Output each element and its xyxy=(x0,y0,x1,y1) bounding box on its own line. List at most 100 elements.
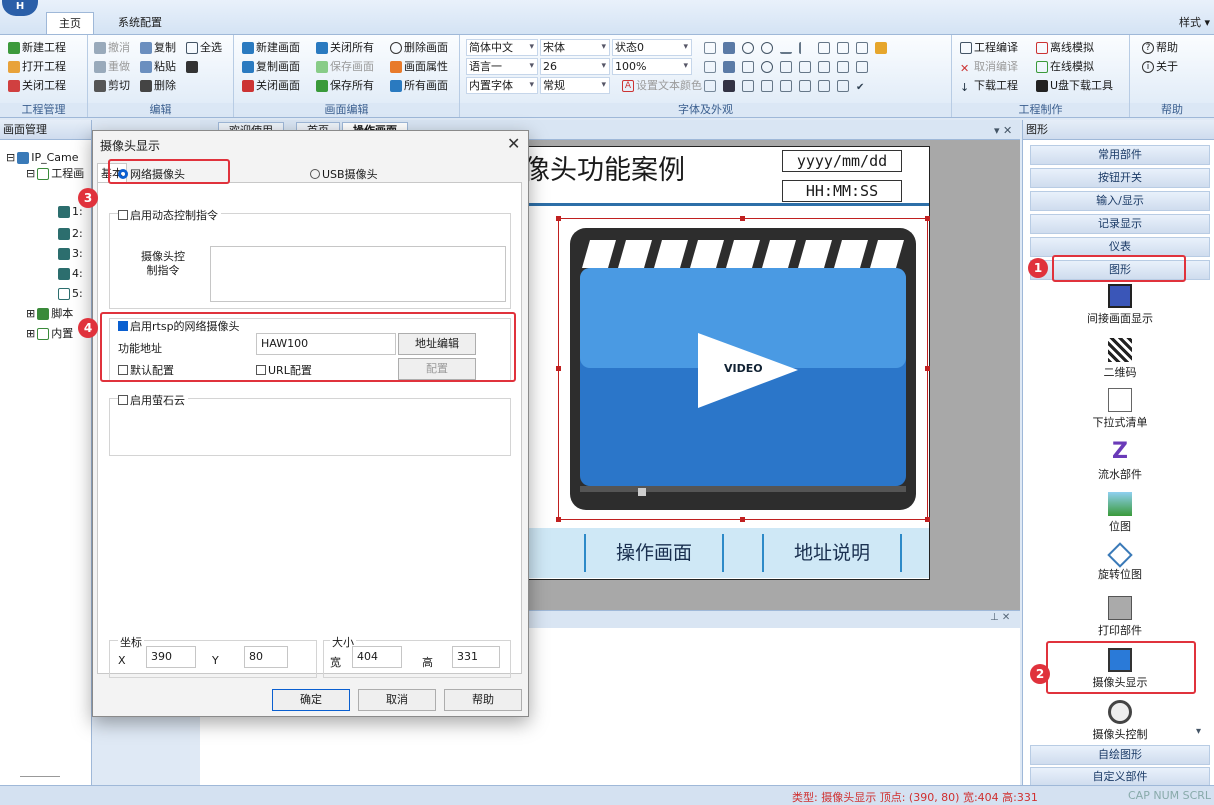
time-display[interactable]: HH:MM:SS xyxy=(782,180,902,202)
right-icon[interactable] xyxy=(818,80,830,92)
tab-system-config[interactable]: 系统配置 xyxy=(100,12,180,34)
copy-screen-button[interactable]: 复制画面 xyxy=(242,59,300,75)
group-icon[interactable] xyxy=(723,42,735,54)
resize-handle[interactable] xyxy=(556,366,561,371)
builtin-font-select[interactable]: 内置字体 xyxy=(466,77,538,94)
category-common[interactable]: 常用部件 xyxy=(1030,145,1210,165)
compile-button[interactable]: 工程编译 xyxy=(960,40,1018,56)
tree-scripts[interactable]: ⊞ 脚本 xyxy=(26,306,73,322)
middle-icon[interactable] xyxy=(780,80,792,92)
usb-download-button[interactable]: U盘下载工具 xyxy=(1036,78,1113,94)
new-project-button[interactable]: 新建工程 xyxy=(8,40,66,56)
grid-icon[interactable] xyxy=(837,80,849,92)
resize-handle[interactable] xyxy=(925,517,930,522)
same-width-icon[interactable] xyxy=(837,42,849,54)
tree-screen-5[interactable]: 5: xyxy=(58,286,83,302)
align-right-icon[interactable] xyxy=(837,61,849,73)
close-icon[interactable]: ✕ xyxy=(507,134,520,153)
cancel-compile-button[interactable]: ✕ 取消编译 xyxy=(960,59,1018,75)
about-button[interactable]: i 关于 xyxy=(1142,59,1178,75)
operation-screen-button[interactable]: 操作画面 xyxy=(584,534,724,572)
new-screen-button[interactable]: 新建画面 xyxy=(242,40,300,56)
category-io[interactable]: 输入/显示 xyxy=(1030,191,1210,211)
font-select[interactable]: 宋体 xyxy=(540,39,610,56)
open-project-button[interactable]: 打开工程 xyxy=(8,59,66,75)
tool-camera-control[interactable]: 摄像头控制 xyxy=(1060,700,1180,742)
control-command-input[interactable] xyxy=(210,246,506,302)
screen-props-button[interactable]: 画面属性 xyxy=(390,59,448,75)
resize-handle[interactable] xyxy=(925,366,930,371)
tool-qrcode[interactable]: 二维码 xyxy=(1060,338,1180,380)
same-size-icon[interactable] xyxy=(856,61,868,73)
x-input[interactable]: 390 xyxy=(146,646,196,668)
width-input[interactable]: 404 xyxy=(352,646,402,668)
same-height-icon[interactable] xyxy=(856,42,868,54)
category-meters[interactable]: 仪表 xyxy=(1030,237,1210,257)
paste-button[interactable]: 粘贴 xyxy=(140,59,176,75)
cut-button[interactable]: 剪切 xyxy=(94,78,130,94)
offline-sim-button[interactable]: 离线模拟 xyxy=(1036,40,1094,56)
date-display[interactable]: yyyy/mm/dd xyxy=(782,150,902,172)
resize-handle[interactable] xyxy=(925,216,930,221)
tool-rotate-bitmap[interactable]: 旋转位图 xyxy=(1060,542,1180,582)
resize-handle[interactable] xyxy=(740,517,745,522)
language2-select[interactable]: 语言一 xyxy=(466,58,538,75)
close-project-button[interactable]: 关闭工程 xyxy=(8,78,66,94)
ungroup-icon[interactable] xyxy=(723,61,735,73)
redo-button[interactable]: 重做 xyxy=(94,59,130,75)
resize-handle[interactable] xyxy=(740,216,745,221)
language-select[interactable]: 简体中文 xyxy=(466,39,538,56)
rotate-icon[interactable] xyxy=(742,42,754,54)
ok-button[interactable]: 确定 xyxy=(272,689,350,711)
align-left-edge-icon[interactable] xyxy=(799,42,811,54)
rotate-cw-icon[interactable] xyxy=(761,61,773,73)
send-back-icon[interactable] xyxy=(742,80,754,92)
category-records[interactable]: 记录显示 xyxy=(1030,214,1210,234)
align-left-icon[interactable] xyxy=(704,42,716,54)
top-edge-icon[interactable] xyxy=(761,80,773,92)
category-custom-part[interactable]: 自定义部件 xyxy=(1030,767,1210,787)
state-select[interactable]: 状态0 xyxy=(612,39,692,56)
align-bottom-icon[interactable] xyxy=(780,42,792,54)
delete-button[interactable]: 删除 xyxy=(140,78,176,94)
tree-screen-3[interactable]: 3: xyxy=(58,246,83,262)
tree-screen-4[interactable]: 4: xyxy=(58,266,83,282)
text-color-button[interactable]: A 设置文本颜色 xyxy=(622,78,702,94)
brush-icon[interactable]: ✔ xyxy=(856,80,868,93)
save-screen-button[interactable]: 保存画面 xyxy=(316,59,374,75)
address-info-button[interactable]: 地址说明 xyxy=(762,534,902,572)
dynamic-control-checkbox[interactable]: 启用动态控制指令 xyxy=(118,207,221,223)
tool-bitmap[interactable]: 位图 xyxy=(1060,492,1180,534)
align-top-icon[interactable] xyxy=(818,61,830,73)
lock-icon[interactable] xyxy=(875,42,887,54)
radio-usb-camera[interactable]: USB摄像头 xyxy=(310,166,378,182)
font-weight-select[interactable]: 常规 xyxy=(540,77,610,94)
tree-project-root[interactable]: ⊟ IP_Came xyxy=(6,150,79,166)
tool-indirect-screen[interactable]: 间接画面显示 xyxy=(1060,284,1180,326)
cancel-button[interactable]: 取消 xyxy=(358,689,436,711)
resize-handle[interactable] xyxy=(556,517,561,522)
zoom-select[interactable]: 100% xyxy=(612,58,692,75)
center-v-icon[interactable] xyxy=(799,61,811,73)
close-all-button[interactable]: 关闭所有 xyxy=(316,40,374,56)
height-input[interactable]: 331 xyxy=(452,646,500,668)
select-all-button[interactable]: 全选 xyxy=(186,40,222,56)
y-input[interactable]: 80 xyxy=(244,646,288,668)
resize-handle[interactable] xyxy=(556,216,561,221)
undo-button[interactable]: 撤消 xyxy=(94,40,130,56)
layers-button[interactable] xyxy=(186,59,198,75)
font-size-select[interactable]: 26 xyxy=(540,58,610,75)
center-h-icon[interactable] xyxy=(780,61,792,73)
online-sim-button[interactable]: 在线模拟 xyxy=(1036,59,1094,75)
all-screens-button[interactable]: 所有画面 xyxy=(390,78,448,94)
align-right-text-icon[interactable] xyxy=(704,80,716,92)
copy-button[interactable]: 复制 xyxy=(140,40,176,56)
tree-screen-2[interactable]: 2: xyxy=(58,226,83,242)
tool-dropdown-list[interactable]: 下拉式清单 xyxy=(1060,388,1180,430)
help-button[interactable]: ? 帮助 xyxy=(1142,40,1178,56)
distribute-icon[interactable] xyxy=(818,42,830,54)
tree-screen-1[interactable]: 1: xyxy=(58,204,83,220)
delete-screen-button[interactable]: 删除画面 xyxy=(390,40,448,56)
tool-print[interactable]: 打印部件 xyxy=(1060,596,1180,638)
style-menu[interactable]: 样式 ▾ xyxy=(1160,14,1210,30)
